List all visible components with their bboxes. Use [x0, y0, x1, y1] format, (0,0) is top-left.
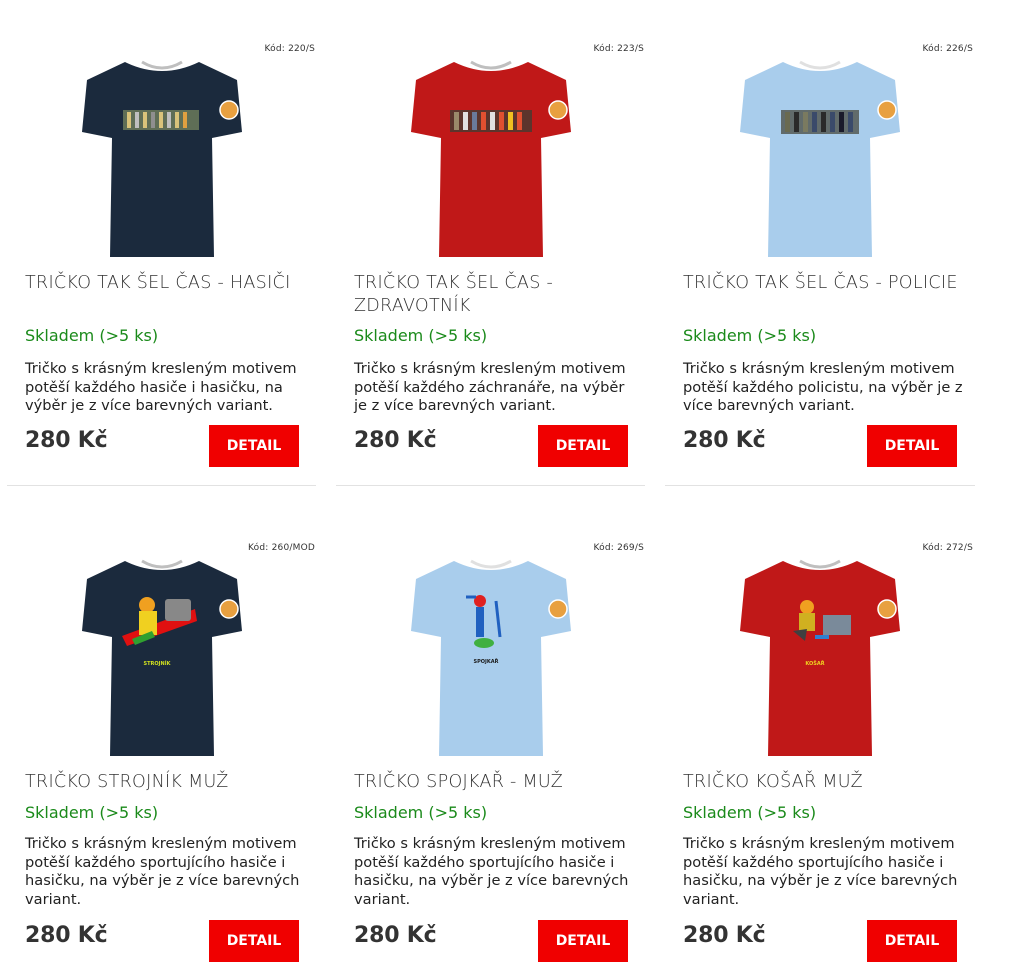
product-price: 280 Kč	[354, 923, 437, 948]
product-image[interactable]	[336, 52, 646, 264]
sleeve-logo-icon	[219, 599, 239, 619]
stock-status: Skladem (>5 ks)	[354, 326, 488, 345]
product-image[interactable]	[665, 52, 975, 264]
tshirt-body	[411, 62, 571, 257]
product-image[interactable]	[7, 52, 317, 264]
product-price: 280 Kč	[683, 428, 766, 453]
stock-status: Skladem (>5 ks)	[25, 803, 159, 822]
sleeve-logo-icon	[548, 599, 568, 619]
tshirt-body	[82, 561, 242, 756]
product-title[interactable]: TRIČKO TAK ŠEL ČAS - POLICIE	[683, 272, 963, 295]
product-image[interactable]: KOŠAŘ	[665, 551, 975, 763]
product-description: Tričko s krásným kresleným motivem potěš…	[25, 360, 297, 414]
tshirt-body	[740, 62, 900, 257]
product-image[interactable]: SPOJKAŘ	[336, 551, 646, 763]
product-price: 280 Kč	[683, 923, 766, 948]
print-label: SPOJKAŘ	[474, 658, 499, 665]
product-price: 280 Kč	[25, 923, 108, 948]
sleeve-logo-icon	[219, 100, 239, 120]
stock-status: Skladem (>5 ks)	[25, 326, 159, 345]
tshirt-image: KOŠAŘ	[740, 559, 900, 756]
tshirt-image	[411, 60, 571, 257]
sleeve-logo-icon	[877, 599, 897, 619]
product-title[interactable]: TRIČKO TAK ŠEL ČAS - HASIČI	[25, 272, 305, 295]
print-figures	[781, 110, 859, 134]
product-price: 280 Kč	[25, 428, 108, 453]
product-image[interactable]: STROJNÍK	[7, 551, 317, 763]
sleeve-logo-icon	[548, 100, 568, 120]
stock-status: Skladem (>5 ks)	[683, 326, 817, 345]
print-figures	[450, 110, 532, 132]
tshirt-image	[82, 60, 242, 257]
stock-status: Skladem (>5 ks)	[354, 803, 488, 822]
product-title[interactable]: TRIČKO KOŠAŘ MUŽ	[683, 771, 963, 794]
detail-button[interactable]: DETAIL	[538, 920, 628, 962]
tshirt-image: STROJNÍK	[82, 559, 242, 756]
detail-button[interactable]: DETAIL	[209, 920, 299, 962]
product-description: Tričko s krásným kresleným motivem potěš…	[25, 835, 300, 908]
product-description: Tričko s krásným kresleným motivem potěš…	[354, 360, 626, 414]
detail-button[interactable]: DETAIL	[209, 425, 299, 467]
product-description: Tričko s krásným kresleným motivem potěš…	[354, 835, 629, 908]
tshirt-image: SPOJKAŘ	[411, 559, 571, 756]
product-description: Tričko s krásným kresleným motivem potěš…	[683, 360, 963, 414]
divider	[7, 485, 316, 486]
tshirt-body	[82, 62, 242, 257]
print-label: KOŠAŘ	[805, 660, 824, 667]
detail-button[interactable]: DETAIL	[867, 425, 957, 467]
stock-status: Skladem (>5 ks)	[683, 803, 817, 822]
detail-button[interactable]: DETAIL	[538, 425, 628, 467]
detail-button[interactable]: DETAIL	[867, 920, 957, 962]
print-label: STROJNÍK	[144, 659, 172, 667]
print-figures	[123, 110, 199, 130]
divider	[336, 485, 645, 486]
tshirt-body	[740, 561, 900, 756]
product-title[interactable]: TRIČKO STROJNÍK MUŽ	[25, 771, 305, 794]
divider	[665, 485, 975, 486]
tshirt-image	[740, 60, 900, 257]
product-title[interactable]: TRIČKO SPOJKAŘ - MUŽ	[354, 771, 634, 794]
sleeve-logo-icon	[877, 100, 897, 120]
product-description: Tričko s krásným kresleným motivem potěš…	[683, 835, 958, 908]
product-price: 280 Kč	[354, 428, 437, 453]
product-title[interactable]: TRIČKO TAK ŠEL ČAS - ZDRAVOTNÍK	[354, 272, 634, 318]
